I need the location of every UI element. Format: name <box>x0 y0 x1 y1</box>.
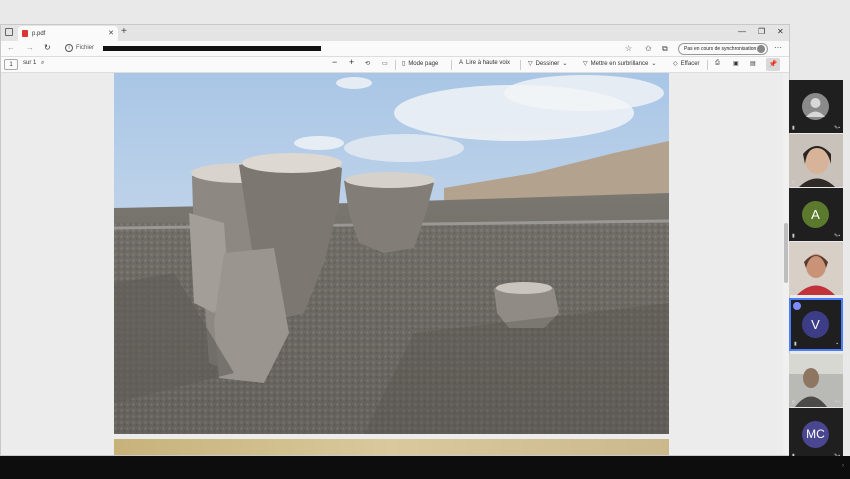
participant-tile[interactable]: ▮ ✎▪ <box>789 80 843 133</box>
chevron-down-icon[interactable]: ⌄ <box>562 60 567 67</box>
avatar: A <box>802 201 829 228</box>
chevron-down-icon[interactable]: ⌄ <box>651 60 656 67</box>
draw-label: Dessiner <box>535 60 560 67</box>
tab-title: p.pdf <box>32 30 46 37</box>
tab-actions-icon[interactable] <box>5 28 13 36</box>
pin-toolbar-icon[interactable]: 📌 <box>766 58 780 71</box>
mic-icon: ▮ <box>794 341 797 347</box>
tab-pdf[interactable]: p.pdf ✕ <box>18 26 118 41</box>
tile-menu-icon[interactable]: ✎▪ <box>834 179 840 185</box>
avatar: V <box>802 311 829 338</box>
profile-avatar <box>757 45 765 53</box>
participant-video-tile[interactable]: ▮ ✎▪ <box>789 354 843 407</box>
tile-menu-icon[interactable]: ✎▪ <box>834 399 840 405</box>
scrollbar-thumb[interactable] <box>784 223 788 283</box>
zoom-out-button[interactable]: − <box>332 57 337 67</box>
pdf-viewer[interactable] <box>1 73 789 455</box>
book-icon: ▯ <box>402 61 406 67</box>
more-menu-button[interactable]: ··· <box>774 43 782 52</box>
forward-button[interactable]: → <box>26 43 34 52</box>
erase-button[interactable]: ◇ Effacer <box>673 60 700 68</box>
avatar: MC <box>802 421 829 448</box>
chevron-right-icon[interactable]: › <box>842 463 844 469</box>
minimize-button[interactable]: — <box>738 27 746 36</box>
close-window-button[interactable]: ✕ <box>777 27 784 36</box>
title-bar: p.pdf ✕ + — ❐ ✕ <box>1 25 789 41</box>
maximize-button[interactable]: ❐ <box>758 27 765 36</box>
muted-mic-icon: ▮ <box>792 179 795 185</box>
favorites-add-icon[interactable]: ☆ <box>625 44 632 53</box>
browser-window: p.pdf ✕ + — ❐ ✕ ← → ↻ i Fichier ☆ ✩ ⧉ Pa… <box>0 24 790 456</box>
url-field-redacted[interactable] <box>103 46 321 51</box>
highlight-button[interactable]: ▽ Mettre en surbrillance ⌄ <box>583 60 656 68</box>
search-icon[interactable]: ⌕ <box>41 60 44 67</box>
fit-page-icon[interactable]: ▭ <box>382 60 388 67</box>
mode-page-button[interactable]: ▯ Mode page <box>402 60 439 68</box>
collections-icon[interactable]: ⧉ <box>662 44 668 54</box>
participant-video-tile[interactable]: ▮ ✎▪ <box>789 134 843 187</box>
participant-tile[interactable]: A ▮ ✎▪ <box>789 188 843 241</box>
tile-menu-icon[interactable]: ✎▪ <box>834 233 840 239</box>
highlight-label: Mettre en surbrillance <box>590 60 649 67</box>
rotate-icon[interactable]: ⟲ <box>365 60 370 67</box>
save-icon[interactable]: ▣ <box>733 60 739 67</box>
tile-menu-icon[interactable]: ✎▪ <box>834 287 840 293</box>
read-aloud-label: Lire à haute voix <box>466 60 511 66</box>
muted-mic-icon: ▮ <box>792 399 795 405</box>
draw-icon: ▽ <box>528 61 533 67</box>
favorites-icon[interactable]: ✩ <box>645 44 652 53</box>
save-as-icon[interactable]: ▤ <box>750 60 756 67</box>
user-avatar-icon <box>802 93 829 120</box>
tab-close-icon[interactable]: ✕ <box>108 29 114 37</box>
read-aloud-button[interactable]: A Lire à haute voix <box>459 60 510 66</box>
eraser-icon: ◇ <box>673 61 678 67</box>
pdf-toolbar: 1 sur 1 ⌕ − + ⟲ ▭ ▯ Mode page A Lire à h… <box>1 57 789 73</box>
zoom-in-button[interactable]: + <box>349 57 354 67</box>
muted-mic-icon: ▮ <box>792 287 795 293</box>
participant-video-tile[interactable]: ▮ ✎▪ <box>789 242 843 295</box>
next-page-preview <box>114 439 669 455</box>
muted-mic-icon: ▮ <box>792 233 795 239</box>
bottom-bar <box>0 456 850 479</box>
sync-status-button[interactable]: Pas en cours de synchronisation <box>678 43 768 55</box>
page-count: sur 1 <box>23 60 37 66</box>
document-photo <box>114 73 669 434</box>
new-tab-button[interactable]: + <box>121 26 127 37</box>
file-label: Fichier <box>76 45 95 51</box>
info-icon[interactable]: i <box>65 44 73 52</box>
participant-tile-speaking[interactable]: V ▮ ▪ <box>789 298 843 351</box>
print-icon[interactable]: ⎙ <box>715 60 720 67</box>
highlighter-icon: ▽ <box>583 61 588 67</box>
mode-page-label: Mode page <box>408 60 439 67</box>
pdf-file-icon <box>22 30 28 37</box>
muted-mic-icon: ▮ <box>792 125 795 131</box>
participant-tile[interactable]: MC ▮ ✎▪ <box>789 408 843 461</box>
draw-button[interactable]: ▽ Dessiner ⌄ <box>528 60 567 68</box>
read-aloud-icon: A <box>459 60 464 66</box>
page-number-input[interactable]: 1 <box>4 59 18 70</box>
erase-label: Effacer <box>680 60 700 67</box>
speaking-indicator-icon <box>793 302 801 310</box>
tile-menu-icon[interactable]: ▪ <box>836 341 838 347</box>
tile-menu-icon[interactable]: ✎▪ <box>834 125 840 131</box>
sync-label: Pas en cours de synchronisation <box>684 46 757 52</box>
reload-button[interactable]: ↻ <box>44 43 51 52</box>
address-bar: ← → ↻ i Fichier ☆ ✩ ⧉ Pas en cours de sy… <box>1 41 789 57</box>
back-button[interactable]: ← <box>7 43 15 52</box>
